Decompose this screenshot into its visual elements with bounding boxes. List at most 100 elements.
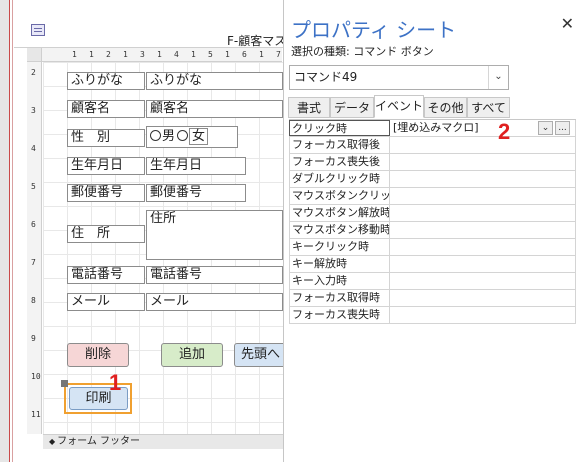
move-handle[interactable] — [61, 380, 68, 387]
textbox-customer-name[interactable]: 顧客名 — [146, 100, 283, 118]
property-name[interactable]: クリック時 — [289, 120, 390, 136]
ruler-h-tick: 1 — [225, 50, 230, 59]
ruler-h-tick: 1 — [157, 50, 162, 59]
tab-other[interactable]: その他 — [424, 97, 467, 118]
property-row[interactable]: クリック時 [埋め込みマクロ] ⌄... — [289, 120, 576, 137]
horizontal-ruler: 1 1 2 1 3 1 4 1 5 1 6 1 7 — [42, 48, 282, 62]
property-grid: クリック時 [埋め込みマクロ] ⌄... フォーカス取得後 フォーカス喪失後 ダブルクリッ… — [289, 119, 576, 324]
form-footer-bar[interactable]: ◆ フォーム フッター — [43, 434, 283, 449]
ruler-h-tick: 6 — [242, 50, 247, 59]
tab-all[interactable]: すべて — [467, 97, 510, 118]
property-name[interactable]: マウスボタン解放時 — [289, 205, 390, 221]
radio-female[interactable] — [177, 130, 189, 141]
property-row[interactable]: フォーカス取得時 — [289, 290, 576, 307]
window-edge — [0, 0, 10, 462]
property-row[interactable]: フォーカス取得後 — [289, 137, 576, 154]
ruler-v-tick: 5 — [31, 182, 36, 191]
label-phone[interactable]: 電話番号 — [67, 266, 145, 284]
ruler-h-tick: 1 — [191, 50, 196, 59]
delete-button[interactable]: 削除 — [67, 343, 129, 367]
label-furigana[interactable]: ふりがな — [67, 72, 145, 90]
collapse-arrow-icon: ◆ — [49, 437, 56, 446]
property-value[interactable] — [390, 273, 576, 289]
ruler-v-tick: 11 — [31, 410, 41, 419]
property-name[interactable]: フォーカス取得後 — [289, 137, 390, 153]
property-value[interactable] — [390, 154, 576, 170]
tab-format[interactable]: 書式 — [288, 97, 330, 118]
ruler-v-tick: 3 — [31, 106, 36, 115]
textbox-phone[interactable]: 電話番号 — [146, 266, 283, 284]
property-sheet: プロパティ シート ✕ 選択の種類: コマンド ボタン コマンド49 ⌄ 書式 … — [283, 0, 583, 462]
vertical-ruler: 2 3 4 5 6 7 8 9 10 11 — [27, 62, 42, 434]
property-value[interactable] — [390, 290, 576, 306]
property-value[interactable] — [390, 188, 576, 204]
object-selector[interactable]: コマンド49 ⌄ — [289, 65, 509, 90]
property-row[interactable]: キークリック時 — [289, 239, 576, 256]
radio-male[interactable] — [150, 130, 161, 141]
build-button[interactable]: ... — [555, 121, 570, 135]
property-value[interactable] — [390, 239, 576, 255]
textbox-address[interactable]: 住所 — [146, 210, 283, 260]
property-value[interactable] — [390, 256, 576, 272]
chevron-down-icon[interactable]: ⌄ — [488, 66, 508, 89]
label-gender[interactable]: 性 別 — [67, 129, 145, 147]
textbox-birthday[interactable]: 生年月日 — [146, 157, 246, 175]
property-name[interactable]: ダブルクリック時 — [289, 171, 390, 187]
property-row[interactable]: キー解放時 — [289, 256, 576, 273]
form-icon — [31, 24, 45, 36]
property-row[interactable]: キー入力時 — [289, 273, 576, 290]
property-name[interactable]: キークリック時 — [289, 239, 390, 255]
textbox-zip[interactable]: 郵便番号 — [146, 184, 246, 202]
radio-female-label: 女 — [189, 128, 209, 145]
ruler-v-tick: 7 — [31, 258, 36, 267]
label-zip[interactable]: 郵便番号 — [67, 184, 145, 202]
property-sheet-title: プロパティ シート — [291, 18, 457, 42]
property-name[interactable]: マウスボタンクリック時 — [289, 188, 390, 204]
textbox-email[interactable]: メール — [146, 293, 283, 311]
tab-event[interactable]: イベント — [374, 95, 424, 118]
ruler-v-tick: 9 — [31, 334, 36, 343]
label-address[interactable]: 住 所 — [67, 225, 145, 243]
ruler-v-tick: 2 — [31, 68, 36, 77]
tab-data[interactable]: データ — [330, 97, 374, 118]
add-button[interactable]: 追加 — [161, 343, 223, 367]
property-row[interactable]: マウスボタン解放時 — [289, 205, 576, 222]
window-edge-line — [12, 0, 13, 462]
label-birthday[interactable]: 生年月日 — [67, 157, 145, 175]
ruler-h-tick: 5 — [208, 50, 213, 59]
property-row[interactable]: ダブルクリック時 — [289, 171, 576, 188]
property-value[interactable] — [390, 171, 576, 187]
property-name[interactable]: キー入力時 — [289, 273, 390, 289]
property-row[interactable]: フォーカス喪失後 — [289, 154, 576, 171]
property-value[interactable] — [390, 205, 576, 221]
label-customer-name[interactable]: 顧客名 — [67, 100, 145, 118]
ruler-v-tick: 10 — [31, 372, 41, 381]
ruler-v-tick: 8 — [31, 296, 36, 305]
document-tab-bar[interactable]: F-顧客マスター — [14, 14, 310, 48]
ruler-h-tick: 1 — [123, 50, 128, 59]
property-value[interactable] — [390, 222, 576, 238]
textbox-furigana[interactable]: ふりがな — [146, 72, 283, 90]
annotation-marker-1: 1 — [109, 370, 122, 395]
property-name[interactable]: フォーカス取得時 — [289, 290, 390, 306]
ruler-h-tick: 1 — [259, 50, 264, 59]
property-name[interactable]: マウスボタン移動時 — [289, 222, 390, 238]
label-email[interactable]: メール — [67, 293, 145, 311]
property-row[interactable]: マウスボタンクリック時 — [289, 188, 576, 205]
ruler-v-tick: 6 — [31, 220, 36, 229]
property-name[interactable]: フォーカス喪失後 — [289, 154, 390, 170]
chevron-down-icon[interactable]: ⌄ — [538, 121, 553, 135]
property-row[interactable]: フォーカス喪失時 — [289, 307, 576, 324]
ruler-h-tick: 2 — [106, 50, 111, 59]
property-value[interactable] — [390, 307, 576, 323]
ruler-h-tick: 3 — [140, 50, 145, 59]
property-name[interactable]: フォーカス喪失時 — [289, 307, 390, 323]
property-row[interactable]: マウスボタン移動時 — [289, 222, 576, 239]
gender-option-group[interactable]: 男女 — [146, 126, 238, 148]
close-icon[interactable]: ✕ — [561, 14, 574, 33]
ruler-h-tick: 7 — [276, 50, 281, 59]
ruler-corner[interactable] — [27, 48, 42, 62]
property-value[interactable] — [390, 137, 576, 153]
ruler-h-tick: 4 — [174, 50, 179, 59]
property-name[interactable]: キー解放時 — [289, 256, 390, 272]
